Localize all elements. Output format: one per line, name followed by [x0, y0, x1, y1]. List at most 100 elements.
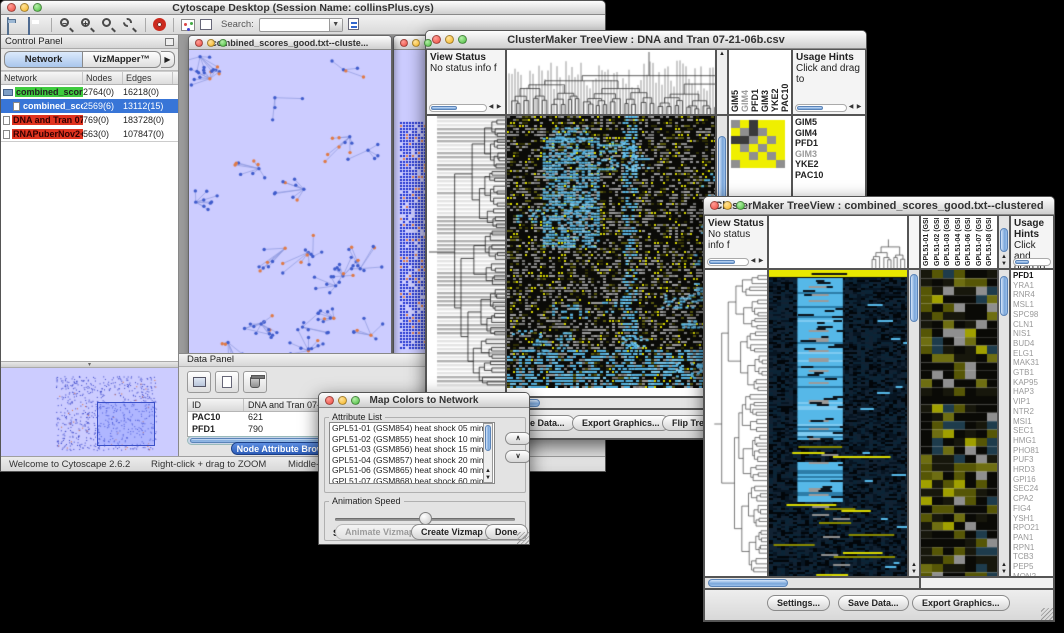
- column-header-edges[interactable]: Edges: [123, 72, 173, 84]
- labels-vscrollbar[interactable]: ▲▼: [998, 215, 1010, 269]
- minimize-button[interactable]: [207, 39, 215, 47]
- gene-label[interactable]: RNR4: [1013, 290, 1051, 300]
- row-dendrogram[interactable]: [704, 269, 768, 577]
- gene-label[interactable]: FIG4: [1013, 504, 1051, 514]
- zoom-out-icon[interactable]: −: [59, 18, 75, 32]
- help-lifering-icon[interactable]: [153, 18, 166, 31]
- zoom-button[interactable]: [736, 201, 745, 210]
- panel-splitter[interactable]: ▾: [1, 361, 178, 368]
- column-label[interactable]: GPL51-08 (GSM872): [985, 218, 996, 266]
- gene-label[interactable]: RPO21: [1013, 523, 1051, 533]
- gene-label[interactable]: CLN1: [1013, 320, 1051, 330]
- move-down-button[interactable]: ∨: [505, 450, 530, 463]
- gene-label[interactable]: YRA1: [1013, 281, 1051, 291]
- network-canvas[interactable]: [189, 50, 391, 363]
- gene-label[interactable]: PEP5: [1013, 562, 1051, 572]
- zoom-in-icon[interactable]: +: [80, 18, 96, 32]
- tab-network[interactable]: Network: [4, 51, 83, 68]
- zoom-fit-icon[interactable]: [122, 18, 138, 32]
- gene-label[interactable]: HRD3: [1013, 465, 1051, 475]
- open-session-button[interactable]: [7, 18, 23, 32]
- close-button[interactable]: [400, 39, 408, 47]
- gene-label[interactable]: PFD1: [795, 138, 863, 149]
- gene-label[interactable]: PFD1: [1013, 271, 1051, 281]
- network-row[interactable]: RNAPuberNov2+ 563(0) 107847(0): [1, 127, 178, 141]
- dialog-title-bar[interactable]: Map Colors to Network: [319, 393, 529, 408]
- column-label[interactable]: GPL51-04 (GSM857): [954, 218, 965, 266]
- gene-label[interactable]: HAP3: [1013, 387, 1051, 397]
- status-hscrollbar[interactable]: ◀ ▶: [707, 257, 765, 266]
- attribute-option[interactable]: GPL51-03 (GSM856) heat shock 15 min: [332, 444, 494, 455]
- attribute-option[interactable]: GPL51-01 (GSM854) heat shock 05 min: [332, 423, 494, 434]
- attribute-listbox[interactable]: GPL51-01 (GSM854) heat shock 05 minGPL51…: [329, 422, 495, 484]
- close-button[interactable]: [195, 39, 203, 47]
- column-label[interactable]: YKE2: [770, 52, 780, 112]
- tab-overflow-arrow[interactable]: ▶: [161, 51, 175, 68]
- attribute-option[interactable]: GPL51-06 (GSM865) heat shock 40 min: [332, 465, 494, 476]
- column-header-nodes[interactable]: Nodes: [83, 72, 123, 84]
- close-button[interactable]: [710, 201, 719, 210]
- column-label[interactable]: GPL51-02 (GSM855): [933, 218, 944, 266]
- gene-label[interactable]: SEC1: [1013, 426, 1051, 436]
- minimize-button[interactable]: [445, 35, 454, 44]
- save-data-button[interactable]: Save Data...: [838, 595, 909, 611]
- gene-label[interactable]: KAP95: [1013, 378, 1051, 388]
- attribute-browser-icon[interactable]: [348, 18, 364, 32]
- close-button[interactable]: [432, 35, 441, 44]
- resize-grip[interactable]: [517, 532, 529, 544]
- hints-hscrollbar[interactable]: ◀ ▶: [795, 103, 863, 112]
- gene-label[interactable]: GTB1: [1013, 368, 1051, 378]
- gene-label[interactable]: HMG1: [1013, 436, 1051, 446]
- select-attributes-button[interactable]: [187, 371, 211, 393]
- global-heatmap[interactable]: [768, 269, 908, 577]
- column-dendrogram[interactable]: [768, 215, 908, 269]
- create-vizmap-button[interactable]: Create Vizmap: [411, 524, 493, 540]
- main-title-bar[interactable]: Cytoscape Desktop (Session Name: collins…: [1, 1, 605, 15]
- search-combobox[interactable]: ▼: [259, 18, 343, 32]
- zoom-selected-icon[interactable]: [101, 18, 117, 32]
- minimize-button[interactable]: [20, 3, 29, 12]
- attribute-option[interactable]: GPL51-02 (GSM855) heat shock 10 min: [332, 434, 494, 445]
- export-graphics-button[interactable]: Export Graphics...: [912, 595, 1010, 611]
- column-label[interactable]: GPL51-01 (GSM854): [922, 218, 933, 266]
- gene-label[interactable]: VIP1: [1013, 397, 1051, 407]
- attribute-option[interactable]: GPL51-07 (GSM868) heat shock 60 min: [332, 476, 494, 485]
- birdseye-viewport-rect[interactable]: [97, 402, 155, 446]
- gene-label[interactable]: YKE2: [795, 159, 863, 170]
- zoom-button[interactable]: [33, 3, 42, 12]
- gene-label[interactable]: NTR2: [1013, 407, 1051, 417]
- column-header-network[interactable]: Network: [1, 72, 83, 84]
- treeview2-title-bar[interactable]: ClusterMaker TreeView : combined_scores_…: [704, 197, 1054, 215]
- delete-attribute-button[interactable]: [243, 371, 267, 393]
- scroll-left-icon[interactable]: ◀: [847, 102, 855, 113]
- gene-label[interactable]: NIS1: [1013, 329, 1051, 339]
- annotation-icon[interactable]: [200, 18, 216, 32]
- new-attribute-button[interactable]: [215, 371, 239, 393]
- search-input[interactable]: [260, 23, 328, 35]
- zoom-button[interactable]: [458, 35, 467, 44]
- column-label[interactable]: GIM5: [730, 52, 740, 112]
- zoom-button[interactable]: [424, 39, 432, 47]
- gene-label[interactable]: BUD4: [1013, 339, 1051, 349]
- gene-label[interactable]: SEC24: [1013, 484, 1051, 494]
- settings-button[interactable]: Settings...: [767, 595, 830, 611]
- minimize-button[interactable]: [723, 201, 732, 210]
- gene-label[interactable]: GPI16: [1013, 475, 1051, 485]
- heatmap-vscrollbar[interactable]: ▲▼: [908, 269, 920, 577]
- gene-label[interactable]: GIM3: [795, 149, 863, 160]
- zoom-vscrollbar[interactable]: ▲▼: [998, 269, 1010, 577]
- gene-label[interactable]: PAC10: [795, 170, 863, 181]
- network-row[interactable]: DNA and Tran 07 769(0) 183728(0): [1, 113, 178, 127]
- global-heatmap[interactable]: [506, 115, 716, 397]
- scroll-right-icon[interactable]: ▶: [757, 256, 765, 267]
- save-session-button[interactable]: [28, 18, 44, 32]
- gene-label[interactable]: SPC98: [1013, 310, 1051, 320]
- zoom-button[interactable]: [219, 39, 227, 47]
- column-label[interactable]: GPL51-07 (GSM868): [975, 218, 986, 266]
- attribute-vscrollbar[interactable]: ▲▼: [483, 423, 493, 483]
- gene-label[interactable]: TCB3: [1013, 552, 1051, 562]
- gene-label[interactable]: GIM5: [795, 117, 863, 128]
- gene-label[interactable]: MSI1: [1013, 417, 1051, 427]
- network-row-selected[interactable]: combined_sco 2569(6) 13112(15): [1, 99, 178, 113]
- status-hscrollbar[interactable]: ◀ ▶: [429, 103, 503, 112]
